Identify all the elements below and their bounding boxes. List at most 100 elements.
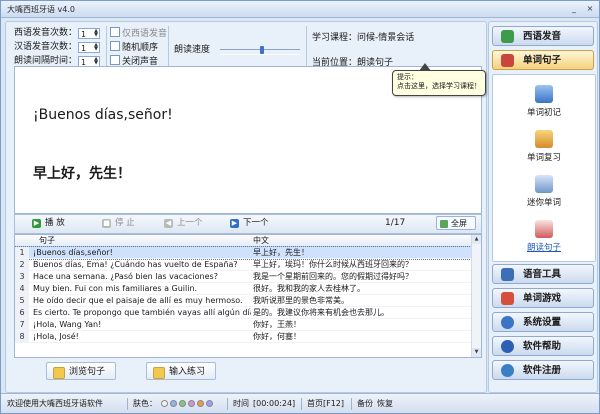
backup-button[interactable]: 备份 [357, 394, 373, 413]
gear-icon [501, 316, 514, 329]
help-icon [501, 340, 514, 353]
speed-label: 朗读速度 [174, 45, 211, 55]
submenu-item-read-sentence[interactable]: 朗读句子 [493, 220, 595, 253]
globe-icon [501, 364, 514, 377]
spanish-sentence: ¡Buenos días,señor! [33, 107, 173, 123]
monitor-icon [535, 175, 553, 193]
divider [227, 398, 228, 410]
browse-sentences-button[interactable]: 浏览句子 [46, 362, 116, 380]
minimize-button[interactable]: _ [567, 3, 581, 14]
input-practice-button[interactable]: 输入练习 [146, 362, 216, 380]
fullscreen-button[interactable]: 全屏 [436, 216, 476, 230]
table-row[interactable]: 4 Muy bien. Fui con mis familiares a Gui… [15, 283, 471, 295]
column-header-sentence[interactable]: 句子 [39, 235, 55, 246]
word-sentence-submenu: 单词初记 单词复习 迷你单词 朗读句子 [492, 74, 596, 262]
cn-play-count-stepper[interactable]: 1 ▲ ▼ [78, 42, 100, 53]
table-header: 句子 中文 [15, 235, 481, 247]
book-icon [501, 54, 514, 67]
divider [106, 26, 107, 68]
sidebar-item-help[interactable]: 软件帮助 [492, 336, 594, 356]
welcome-text: 欢迎使用大嘴西班牙语软件 [7, 399, 103, 408]
sidebar-item-voice-tools[interactable]: 语音工具 [492, 264, 594, 284]
es-play-count-stepper[interactable]: 1 ▲ ▼ [78, 28, 100, 39]
star-icon [153, 367, 165, 379]
random-order-checkbox[interactable]: 随机顺序 [110, 41, 158, 53]
table-row[interactable]: 3 Hace una semana. ¿Pasó bien las vacaci… [15, 271, 471, 283]
sidebar-item-register[interactable]: 软件注册 [492, 360, 594, 380]
play-button[interactable]: ▶ 播 放 [29, 217, 65, 230]
smile-icon [53, 367, 65, 379]
table-row[interactable]: 5 He oído decir que el paisaje de allí e… [15, 295, 471, 307]
sidebar-item-es-pronunciation[interactable]: 西语发音 [492, 26, 594, 46]
scroll-down-icon[interactable]: ▼ [472, 348, 481, 357]
sidebar-item-word-sentence[interactable]: 单词句子 [492, 50, 594, 70]
stepper-arrows-icon[interactable]: ▲ ▼ [93, 29, 99, 38]
submenu-item-mini-word[interactable]: 迷你单词 [493, 175, 595, 208]
skin-color-dot[interactable] [178, 400, 186, 407]
submenu-item-word-first[interactable]: 单词初记 [493, 85, 595, 118]
bottom-actions: 浏览句子 输入练习 [14, 358, 480, 388]
tooltip-text: 点击这里，选择学习课程！ [397, 82, 481, 90]
course-selector[interactable]: 学习课程：问候-情景会话 [312, 30, 484, 44]
status-bar: 欢迎使用大嘴西班牙语软件 肤色： 时间 [00:00:24] 首页[F12] 备… [1, 393, 599, 413]
restore-button[interactable]: 恢复 [377, 394, 393, 413]
column-header-chinese[interactable]: 中文 [253, 235, 269, 246]
stepper-arrows-icon[interactable]: ▲ ▼ [93, 57, 99, 66]
next-icon: ▶ [230, 219, 239, 228]
skin-color-dots[interactable] [160, 399, 214, 408]
playback-toolbar: ▶ 播 放 ■ 停 止 ◀ 上一个 ▶ 下一个 1/17 全屏 [14, 214, 482, 234]
sentence-table: 句子 中文 1 ¡Buenos días,señor! 早上好，先生！ 2 Bu… [14, 234, 482, 358]
main-panel: 西语发音次数： 1 ▲ ▼ 汉语发音次数： 1 ▲ ▼ 朗读间隔时间： 1 ▲ ▼ 仅西语发… [5, 21, 487, 393]
skin-selector: 肤色： [133, 394, 214, 413]
skin-color-dot[interactable] [160, 400, 168, 407]
sidebar-item-word-games[interactable]: 单词游戏 [492, 288, 594, 308]
chinese-translation: 早上好，先生！ [33, 166, 131, 182]
fullscreen-icon [440, 220, 448, 228]
table-scrollbar[interactable]: ▲ ▼ [471, 235, 481, 357]
prev-button[interactable]: ◀ 上一个 [161, 217, 203, 230]
stepper-arrows-icon[interactable]: ▲ ▼ [93, 43, 99, 52]
card-icon [535, 85, 553, 103]
only-es-checkbox[interactable]: 仅西语发音 [110, 27, 167, 39]
puzzle-icon [501, 292, 514, 305]
skin-color-dot[interactable] [205, 400, 213, 407]
checkbox-box[interactable] [110, 41, 120, 51]
skin-color-dot[interactable] [187, 400, 195, 407]
stop-button[interactable]: ■ 停 止 [99, 217, 135, 230]
divider [351, 398, 352, 410]
pronunciation-icon [501, 30, 514, 43]
title-bar[interactable]: 大嘴西班牙语 v4.0 _ × [1, 1, 599, 18]
table-row[interactable]: 7 ¡Hola, Wang Yan! 你好，王燕！ [15, 319, 471, 331]
es-play-count-label: 西语发音次数： [14, 28, 78, 38]
book-open-icon [535, 220, 553, 238]
table-row[interactable]: 8 ¡Hola, José! 你好，何塞！ [15, 331, 471, 343]
course-tooltip: 提示： 点击这里，选择学习课程！ [392, 63, 486, 96]
home-button[interactable]: 首页[F12] [307, 394, 344, 413]
scroll-up-icon[interactable]: ▲ [472, 235, 481, 244]
divider [301, 398, 302, 410]
speed-slider[interactable] [220, 46, 300, 55]
skin-label: 肤色： [133, 399, 157, 408]
checkbox-box[interactable] [110, 55, 120, 65]
cn-play-count-label: 汉语发音次数： [14, 42, 78, 52]
divider [168, 26, 169, 68]
divider [127, 398, 128, 410]
tooltip-title: 提示： [397, 73, 418, 81]
books-icon [535, 130, 553, 148]
stop-icon: ■ [102, 219, 111, 228]
skin-color-dot[interactable] [196, 400, 204, 407]
sidebar-item-system-settings[interactable]: 系统设置 [492, 312, 594, 332]
speed-slider-thumb[interactable] [260, 46, 264, 54]
close-button[interactable]: × [583, 3, 597, 14]
checkbox-box[interactable] [110, 27, 120, 37]
table-row[interactable]: 2 Buenos días, Ema! ¿Cuándo has vuelto d… [15, 259, 471, 271]
sentence-counter: 1/17 [385, 218, 406, 228]
table-row[interactable]: 6 Es cierto. Te propongo que también vay… [15, 307, 471, 319]
prev-icon: ◀ [164, 219, 173, 228]
skin-color-dot[interactable] [169, 400, 177, 407]
table-row[interactable]: 1 ¡Buenos días,señor! 早上好，先生！ [15, 246, 472, 260]
next-button[interactable]: ▶ 下一个 [227, 217, 269, 230]
time-label: 时间 [233, 399, 249, 408]
submenu-item-word-review[interactable]: 单词复习 [493, 130, 595, 163]
tooltip-pointer [419, 63, 431, 71]
